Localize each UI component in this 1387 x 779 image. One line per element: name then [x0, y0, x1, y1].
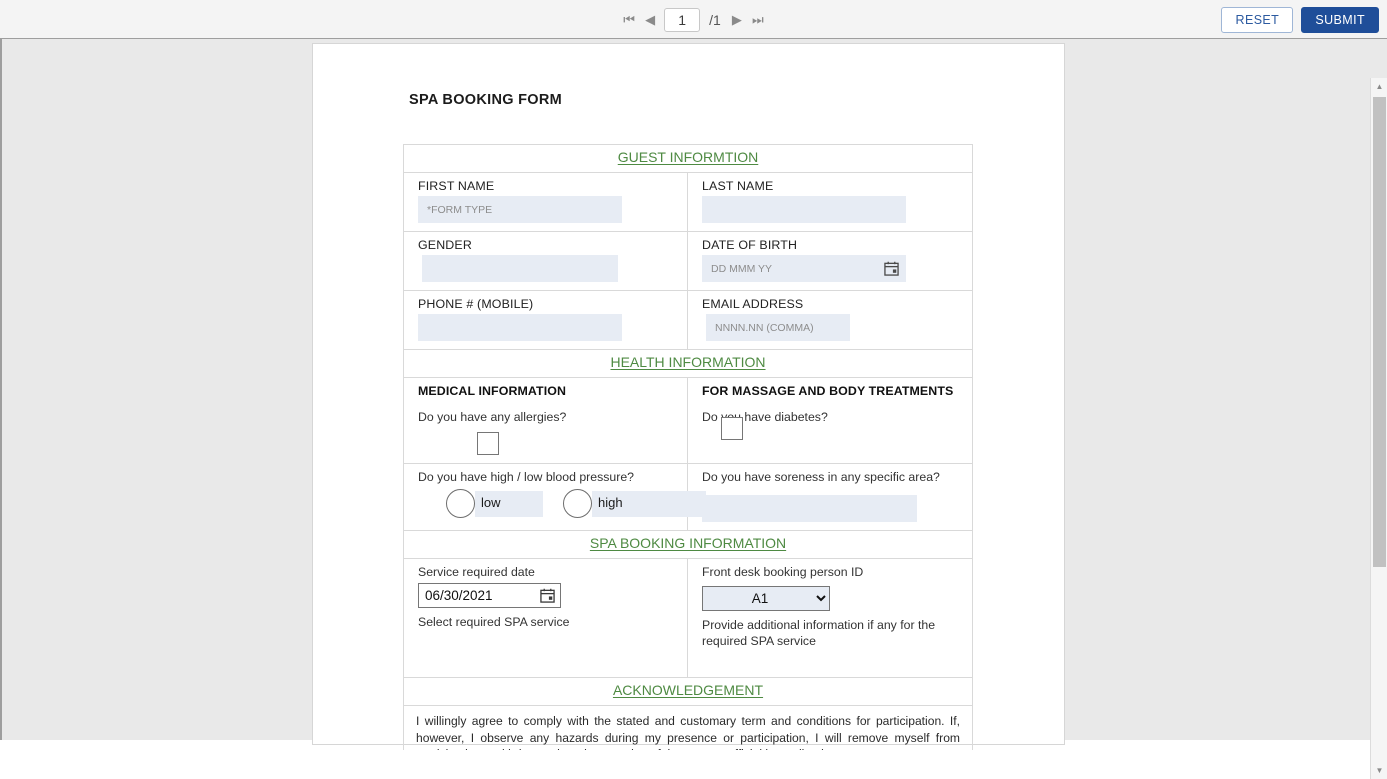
service-date-value: 06/30/2021 [425, 588, 493, 603]
first-name-input[interactable] [418, 196, 622, 223]
front-desk-label: Front desk booking person ID [702, 565, 864, 579]
guest-phone-cell: PHONE # (MOBILE) [404, 291, 688, 349]
blood-pressure-high-radio[interactable] [563, 489, 592, 518]
soreness-cell: Do you have soreness in any specific are… [688, 464, 972, 530]
dob-input[interactable] [702, 255, 906, 282]
toolbar-actions: RESET SUBMIT [1221, 0, 1379, 39]
guest-row-3: PHONE # (MOBILE) EMAIL ADDRESS [404, 291, 972, 350]
medical-information-subheading: MEDICAL INFORMATION [418, 384, 567, 398]
additional-info-label: Provide additional information if any fo… [702, 618, 936, 648]
allergies-question: Do you have any allergies? [418, 410, 567, 424]
phone-label: PHONE # (MOBILE) [418, 297, 534, 311]
blood-pressure-cell: Do you have high / low blood pressure? l… [404, 464, 706, 530]
blood-pressure-options: low high [418, 489, 706, 518]
dob-label: DATE OF BIRTH [702, 238, 798, 252]
soreness-input[interactable] [702, 495, 917, 522]
first-page-icon[interactable]: ⏮ [622, 13, 636, 26]
section-header-booking: SPA BOOKING INFORMATION [404, 531, 972, 559]
soreness-question: Do you have soreness in any specific are… [702, 470, 940, 484]
front-desk-person-select[interactable]: A1 [702, 586, 830, 611]
allergies-checkbox[interactable] [477, 432, 499, 455]
diabetes-checkbox[interactable] [721, 417, 743, 440]
blood-pressure-low-radio[interactable] [446, 489, 475, 518]
massage-treatments-subheading: FOR MASSAGE AND BODY TREATMENTS [702, 384, 954, 398]
email-input[interactable] [706, 314, 850, 341]
calendar-icon[interactable] [540, 588, 555, 603]
guest-last-name-cell: LAST NAME [688, 173, 972, 231]
spa-booking-form: GUEST INFORMTION FIRST NAME LAST NAME GE… [403, 144, 973, 750]
dob-field-wrap [702, 255, 906, 282]
guest-row-1: FIRST NAME LAST NAME [404, 173, 972, 232]
first-name-label: FIRST NAME [418, 179, 495, 193]
section-title-booking: SPA BOOKING INFORMATION [589, 535, 787, 551]
scrollbar-thumb[interactable] [1373, 97, 1386, 567]
blood-pressure-question: Do you have high / low blood pressure? [418, 470, 635, 484]
document-viewer: SPA BOOKING FORM GUEST INFORMTION FIRST … [0, 39, 1387, 779]
health-row-1: MEDICAL INFORMATION Do you have any alle… [404, 378, 972, 464]
section-header-guest: GUEST INFORMTION [404, 145, 972, 173]
service-date-picker[interactable]: 06/30/2021 [418, 583, 561, 608]
top-toolbar: ⏮ ◀ /1 ▶ ⏭ RESET SUBMIT [0, 0, 1387, 39]
blood-pressure-high-label: high [598, 494, 623, 510]
acknowledgement-text: I willingly agree to comply with the sta… [416, 714, 960, 750]
section-header-health: HEALTH INFORMATION [404, 350, 972, 378]
section-title-acknowledgement: ACKNOWLEDGEMENT [612, 682, 764, 698]
booking-row-1: Service required date 06/30/2021 Select … [404, 559, 972, 678]
phone-input[interactable] [418, 314, 622, 341]
prev-page-icon[interactable]: ◀ [643, 13, 657, 26]
guest-email-cell: EMAIL ADDRESS [688, 291, 972, 349]
service-date-label: Service required date [418, 565, 535, 579]
guest-row-2: GENDER DATE OF BIRTH [404, 232, 972, 291]
section-header-acknowledgement: ACKNOWLEDGEMENT [404, 678, 972, 706]
section-title-health: HEALTH INFORMATION [610, 354, 766, 370]
service-date-cell: Service required date 06/30/2021 Select … [404, 559, 688, 677]
vertical-scrollbar[interactable]: ▲ ▼ [1370, 78, 1387, 779]
next-page-icon[interactable]: ▶ [730, 13, 744, 26]
last-name-input[interactable] [702, 196, 906, 223]
guest-gender-cell: GENDER [404, 232, 688, 290]
section-title-guest: GUEST INFORMTION [617, 149, 759, 165]
email-label: EMAIL ADDRESS [702, 297, 804, 311]
document-page: SPA BOOKING FORM GUEST INFORMTION FIRST … [313, 44, 1064, 750]
last-name-label: LAST NAME [702, 179, 774, 193]
blood-pressure-low-label: low [481, 494, 501, 510]
scroll-up-icon[interactable]: ▲ [1371, 78, 1387, 95]
guest-first-name-cell: FIRST NAME [404, 173, 688, 231]
massage-treatments-cell: FOR MASSAGE AND BODY TREATMENTS Do you h… [688, 378, 972, 463]
guest-dob-cell: DATE OF BIRTH [688, 232, 972, 290]
health-row-2: Do you have high / low blood pressure? l… [404, 464, 972, 531]
medical-info-cell: MEDICAL INFORMATION Do you have any alle… [404, 378, 688, 463]
front-desk-cell: Front desk booking person ID A1 Provide … [688, 559, 972, 677]
select-service-label: Select required SPA service [418, 615, 570, 629]
page-number-input[interactable] [664, 7, 701, 32]
scroll-down-icon[interactable]: ▼ [1371, 762, 1387, 779]
page-title: SPA BOOKING FORM [409, 92, 563, 108]
gender-input[interactable] [422, 255, 618, 282]
page-total-label: /1 [709, 11, 721, 28]
pagination-controls: ⏮ ◀ /1 ▶ ⏭ [0, 0, 1387, 39]
last-page-icon[interactable]: ⏭ [751, 13, 765, 26]
submit-button[interactable]: SUBMIT [1301, 6, 1379, 33]
gender-label: GENDER [418, 238, 472, 252]
blood-pressure-low-field: low [475, 490, 543, 517]
reset-button[interactable]: RESET [1221, 6, 1294, 33]
